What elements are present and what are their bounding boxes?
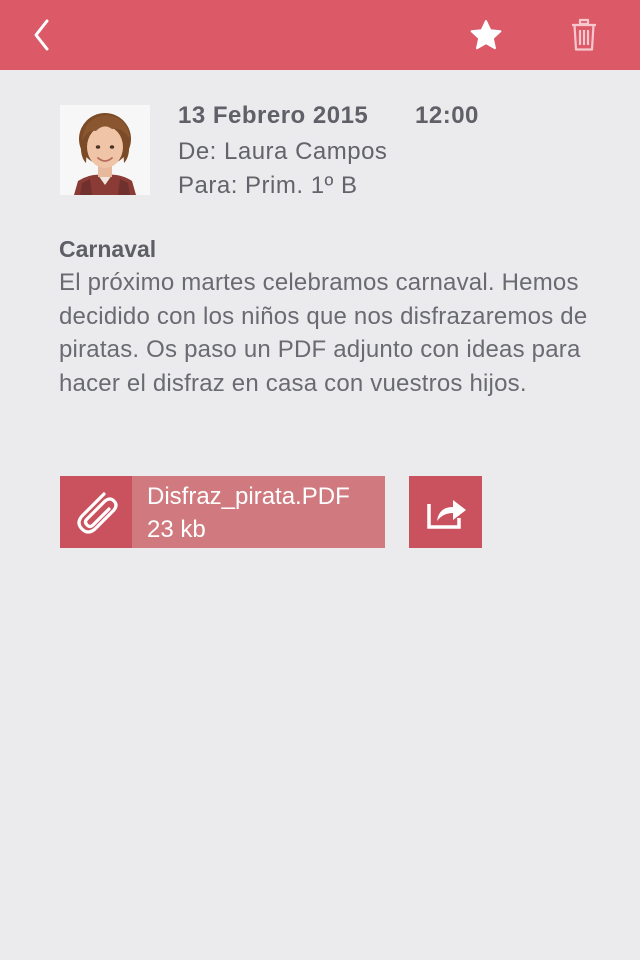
message-sender: De: Laura Campos [178,138,388,165]
top-bar [0,0,640,70]
share-button[interactable] [409,476,482,548]
attachment-icon-box [60,476,132,548]
favorite-button[interactable] [458,0,514,70]
message-body: El próximo martes celebramos carnaval. H… [59,269,588,397]
message-time: 12:00 [415,102,479,129]
trash-icon [572,18,596,51]
sender-avatar [60,105,150,195]
attachment-file-size: 23 kb [147,516,206,543]
message-date: 13 Febrero 2015 [178,102,369,129]
back-button[interactable] [14,0,70,70]
delete-button[interactable] [556,0,612,70]
attachment-button[interactable]: Disfraz_pirata.PDF 23 kb [60,476,385,548]
paperclip-icon [77,492,118,534]
message-subject: Carnaval [59,236,157,262]
attachment-file-name: Disfraz_pirata.PDF [147,483,350,510]
share-icon [426,500,466,529]
chevron-left-icon [34,19,49,51]
star-icon [470,20,502,50]
message-recipient: Para: Prim. 1º B [178,172,358,199]
child-avatar [60,105,150,195]
